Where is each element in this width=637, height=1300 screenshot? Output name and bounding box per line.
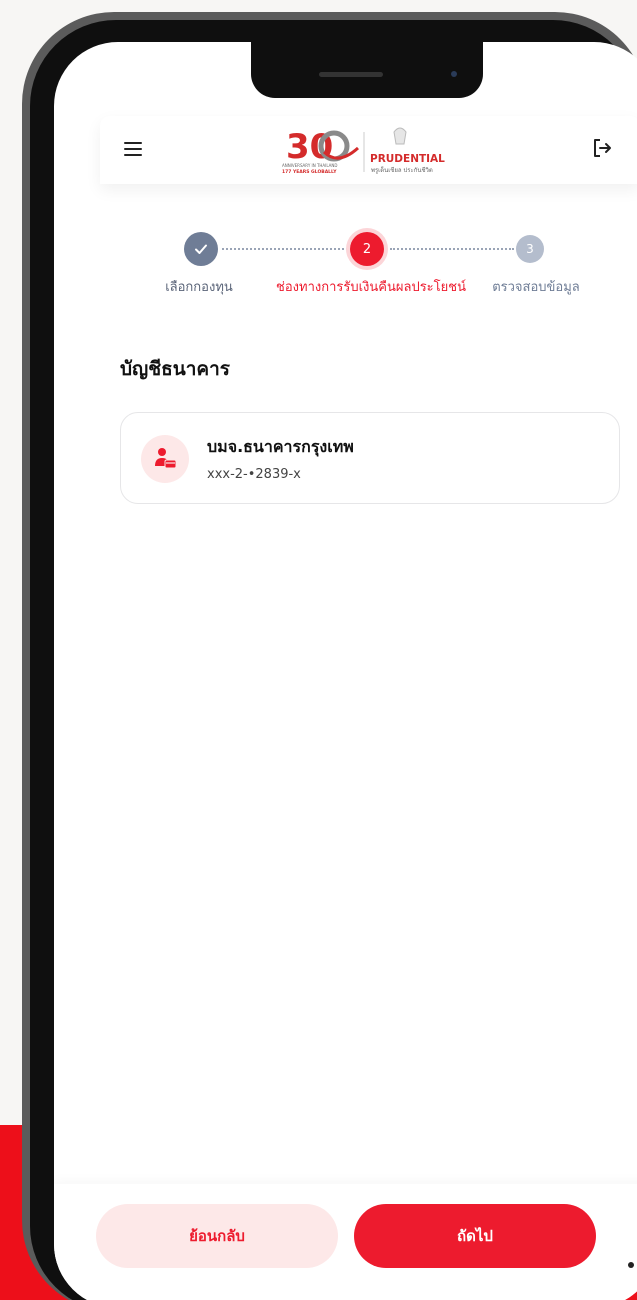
brand-name: PRUDENTIAL	[370, 153, 445, 165]
speaker	[319, 72, 383, 77]
prudence-head-icon	[393, 127, 407, 145]
step-connector	[222, 248, 348, 250]
step-3-label: ตรวจสอบข้อมูล	[492, 280, 580, 295]
prudential-logo: 30 ANNIVERSARY IN THAILAND 177 YEARS GLO…	[282, 127, 445, 175]
logout-icon[interactable]	[590, 136, 614, 160]
footer-actions: ย้อนกลับ ถัดไป	[54, 1184, 637, 1300]
step-2-active: 2	[350, 232, 384, 266]
step-1-completed	[184, 232, 218, 266]
phone-bezel: 30 ANNIVERSARY IN THAILAND 177 YEARS GLO…	[30, 20, 637, 1300]
phone-frame: 30 ANNIVERSARY IN THAILAND 177 YEARS GLO…	[22, 12, 637, 1300]
anniversary-years: 177 YEARS GLOBALLY	[282, 169, 337, 175]
step-connector	[390, 248, 514, 250]
phone-screen: 30 ANNIVERSARY IN THAILAND 177 YEARS GLO…	[54, 42, 637, 1300]
hamburger-menu-icon[interactable]	[124, 140, 144, 158]
next-button[interactable]: ถัดไป	[354, 1204, 596, 1268]
anniversary-caption: ANNIVERSARY IN THAILAND	[282, 163, 337, 168]
back-button[interactable]: ย้อนกลับ	[96, 1204, 338, 1268]
step-3-upcoming: 3	[516, 235, 544, 263]
bank-account-icon	[141, 435, 189, 483]
bank-account-card[interactable]: บมจ.ธนาคารกรุงเทพ xxx-2-•2839-x	[120, 412, 620, 504]
account-number: xxx-2-•2839-x	[207, 467, 301, 482]
corner-dot	[628, 1262, 634, 1268]
progress-stepper: 2 3 เลือกกองทุน ช่องทางการรับเงินคืนผลปร…	[54, 232, 637, 322]
step-1-label: เลือกกองทุน	[165, 280, 233, 295]
bank-name: บมจ.ธนาคารกรุงเทพ	[207, 437, 354, 456]
front-camera	[451, 71, 457, 77]
step-2-label: ช่องทางการรับเงินคืนผลประโยชน์	[276, 280, 466, 295]
section-title: บัญชีธนาคาร	[120, 358, 230, 380]
app-header: 30 ANNIVERSARY IN THAILAND 177 YEARS GLO…	[100, 116, 637, 184]
brand-tagline: พรูเด็นเชียล ประกันชีวิต	[371, 165, 433, 174]
person-card-icon	[155, 448, 177, 469]
notch	[251, 42, 483, 98]
checkmark-icon	[195, 244, 207, 254]
